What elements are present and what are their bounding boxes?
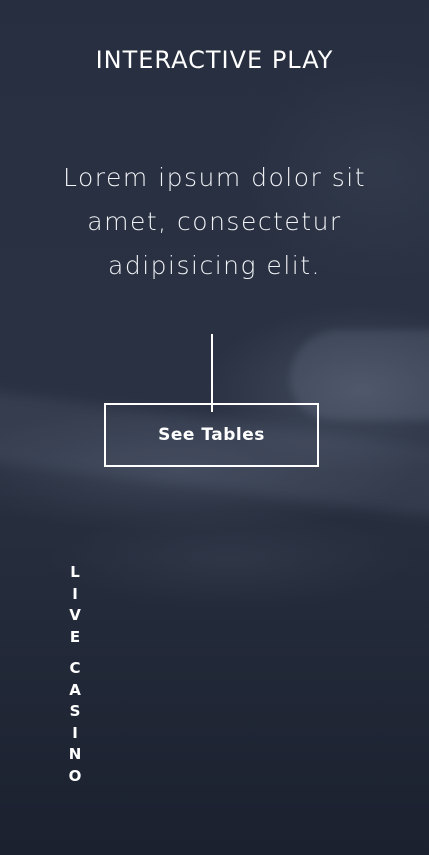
see-tables-button[interactable]: See Tables [104,403,319,467]
live-casino-vertical-label: L I V E C A S I N O [64,562,86,787]
vertical-letter: N [68,745,82,763]
vertical-letter: I [72,723,78,742]
hero-headline: Lorem ipsum dolor sit amet, consectetur … [62,163,367,280]
vertical-word-casino: C A S I N O [69,658,82,787]
hero-section: INTERACTIVE PLAY Lorem ipsum dolor sit a… [0,0,429,855]
hero-eyebrow: INTERACTIVE PLAY [95,46,334,74]
connector-line [211,334,213,412]
vertical-letter: S [69,702,81,720]
vertical-letter: E [69,627,81,646]
vertical-letter: L [70,563,80,581]
vertical-word-live: L I V E [69,562,81,648]
vertical-letter: A [69,680,81,699]
vertical-letter: I [72,584,78,603]
vertical-letter: O [68,766,82,785]
vertical-letter: C [69,659,81,677]
vertical-letter: V [69,606,81,624]
